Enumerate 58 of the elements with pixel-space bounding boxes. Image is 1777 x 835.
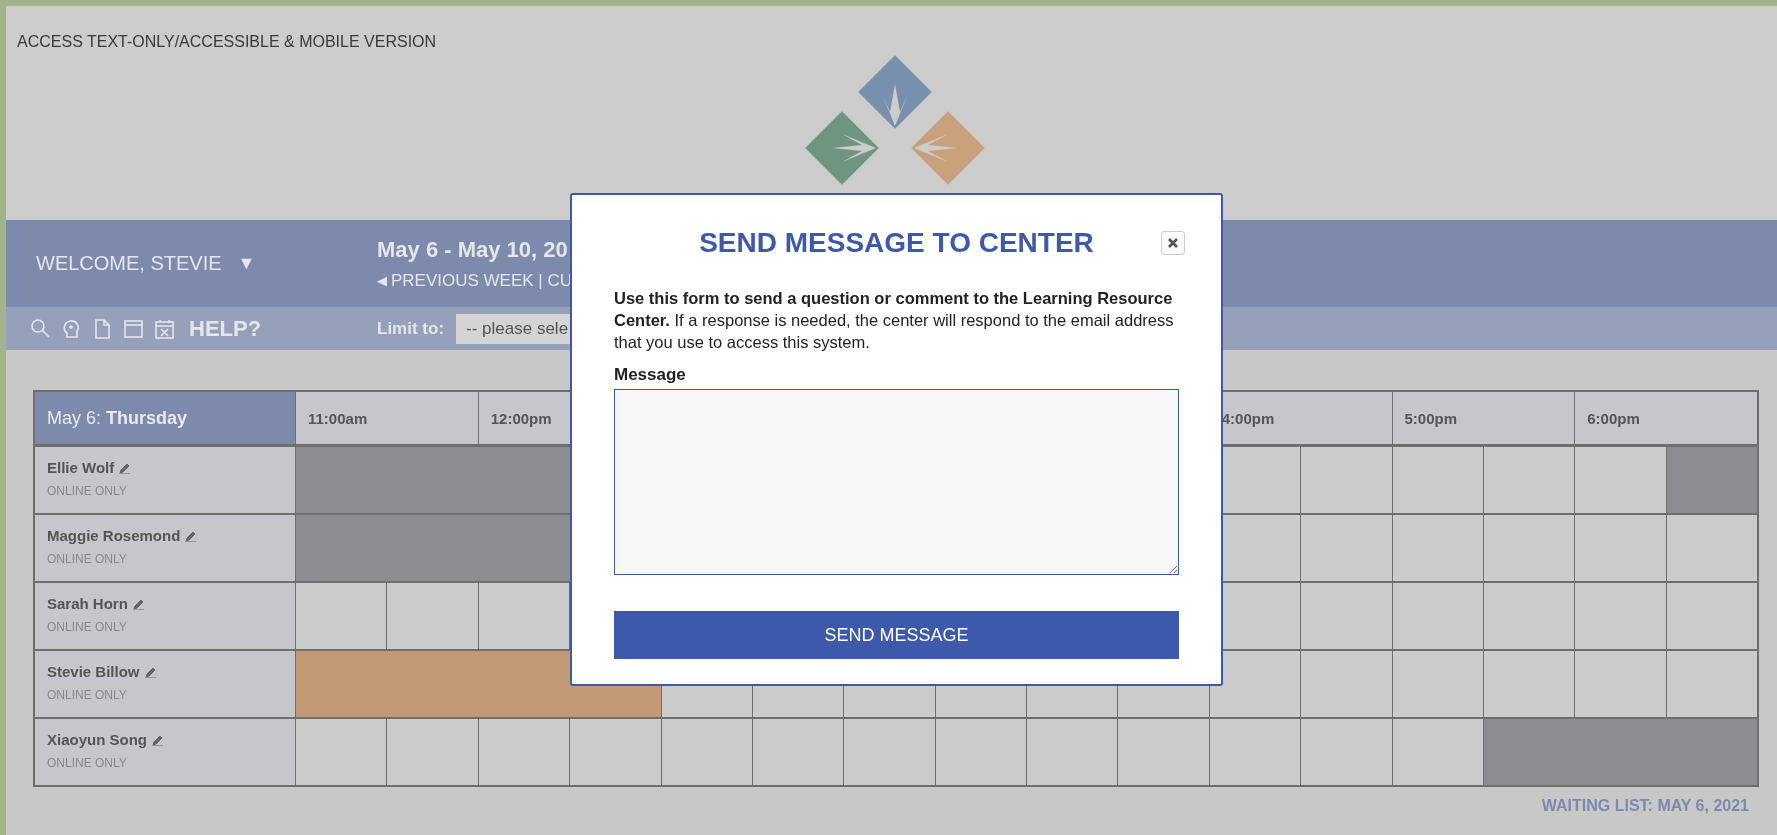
caret-icon[interactable]: ▼ <box>237 253 256 274</box>
open-slot[interactable] <box>1392 650 1483 717</box>
open-slot[interactable] <box>478 582 570 649</box>
tutor-mode: ONLINE ONLY <box>47 756 128 770</box>
date-range-title: May 6 - May 10, 20 <box>377 236 569 263</box>
open-slot[interactable] <box>935 718 1026 785</box>
dialog-title: SEND MESSAGE TO CENTER <box>699 227 1094 259</box>
open-slot[interactable] <box>1027 718 1118 785</box>
pencil-icon[interactable] <box>119 461 131 474</box>
open-slot[interactable] <box>1209 718 1301 785</box>
open-slot[interactable] <box>1209 650 1301 717</box>
open-slot[interactable] <box>296 582 387 649</box>
pencil-icon[interactable] <box>152 733 163 746</box>
open-slot[interactable] <box>1392 446 1483 513</box>
welcome-menu[interactable]: WELCOME, STEVIE <box>36 252 222 275</box>
tutor-mode: ONLINE ONLY <box>47 484 128 498</box>
pencil-icon[interactable] <box>144 665 156 678</box>
open-slot[interactable] <box>1666 650 1757 717</box>
open-slot[interactable] <box>478 718 570 785</box>
head-icon[interactable] <box>61 317 82 340</box>
open-slot[interactable] <box>296 718 387 785</box>
limit-label: Limit to: <box>377 318 445 339</box>
open-slot[interactable] <box>1666 514 1757 581</box>
tutor-name[interactable]: Ellie Wolf <box>47 459 115 476</box>
time-header: 6:00pm <box>1575 392 1757 445</box>
open-slot[interactable] <box>1392 514 1483 581</box>
tutor-name[interactable]: Sarah Horn <box>47 595 128 612</box>
accessible-version-link[interactable]: ACCESS TEXT-ONLY/ACCESSIBLE & MOBILE VERSION <box>17 33 437 51</box>
open-slot[interactable] <box>752 718 844 785</box>
day-header: May 6: Thursday <box>35 392 295 445</box>
send-message-button[interactable]: SEND MESSAGE <box>614 611 1179 659</box>
tutor-name[interactable]: Xiaoyun Song <box>47 731 147 748</box>
close-button[interactable] <box>1161 231 1185 255</box>
calendar-x-icon[interactable] <box>154 317 175 340</box>
tutor-mode: ONLINE ONLY <box>47 552 128 566</box>
open-slot[interactable] <box>1483 582 1575 649</box>
tutor-name[interactable]: Maggie Rosemond <box>47 527 181 544</box>
pencil-icon[interactable] <box>132 597 144 610</box>
message-field[interactable] <box>614 389 1179 575</box>
window-icon[interactable] <box>123 317 144 340</box>
message-label: Message <box>614 365 687 385</box>
close-icon[interactable] <box>1167 237 1179 249</box>
search-icon[interactable] <box>30 317 51 340</box>
time-header: 5:00pm <box>1392 392 1575 445</box>
left-arrow-icon[interactable]: ◀ <box>377 273 387 288</box>
open-slot[interactable] <box>1666 582 1757 649</box>
tutor-mode: ONLINE ONLY <box>47 620 128 634</box>
open-slot[interactable] <box>1483 446 1575 513</box>
tutor-mode: ONLINE ONLY <box>47 688 128 702</box>
open-slot[interactable] <box>1483 514 1575 581</box>
open-slot[interactable] <box>661 718 752 785</box>
tutor-name[interactable]: Stevie Billow <box>47 663 140 680</box>
document-icon[interactable] <box>92 317 113 340</box>
open-slot[interactable] <box>1392 718 1483 785</box>
open-slot[interactable] <box>1392 582 1483 649</box>
pencil-icon[interactable] <box>185 529 197 542</box>
time-header: 11:00am <box>296 392 478 445</box>
open-slot[interactable] <box>1483 650 1575 717</box>
